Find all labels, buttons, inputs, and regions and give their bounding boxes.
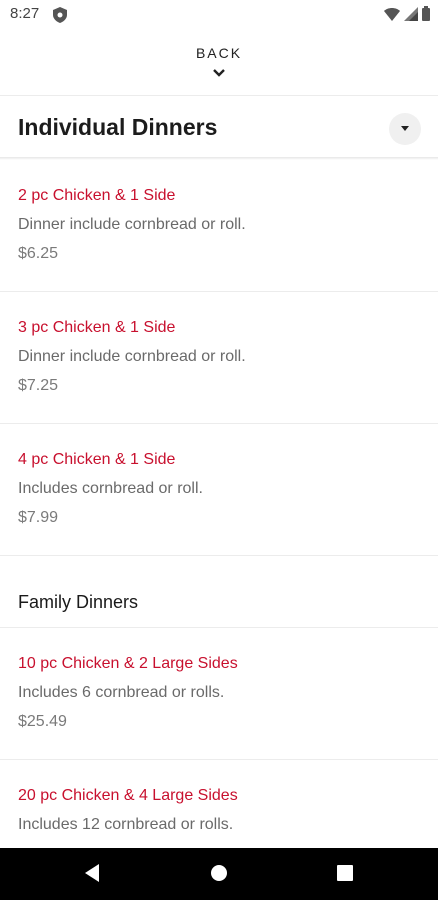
item-description: Dinner include cornbread or roll. [18,216,246,233]
item-name: 20 pc Chicken & 4 Large Sides [18,787,238,804]
chevron-down-icon [213,69,225,77]
wifi-icon [384,7,400,21]
status-time: 8:27 [10,5,40,22]
item-price: $6.25 [18,245,59,262]
back-button[interactable]: BACK [0,30,438,96]
item-price: $25.49 [18,713,67,730]
category-title: Individual Dinners [18,114,218,140]
back-triangle-icon[interactable] [83,863,101,883]
menu-item[interactable]: 2 pc Chicken & 1 Side Dinner include cor… [0,160,438,291]
item-price: $7.25 [18,377,59,394]
item-name: 3 pc Chicken & 1 Side [18,319,176,336]
status-bar: 8:27 [0,0,438,30]
battery-icon [422,6,430,21]
recents-square-icon[interactable] [336,863,354,883]
shield-icon [53,7,67,23]
status-indicators [384,6,430,21]
cell-signal-icon [404,6,418,21]
item-description: Includes 12 cornbread or rolls. [18,816,234,833]
item-name: 4 pc Chicken & 1 Side [18,451,176,468]
divider [0,555,438,556]
category-header: Individual Dinners [0,96,438,158]
item-description: Includes cornbread or roll. [18,480,203,497]
section-title[interactable]: Family Dinners [18,592,138,613]
menu-item[interactable]: 3 pc Chicken & 1 Side Dinner include cor… [0,292,438,423]
menu-item[interactable]: 4 pc Chicken & 1 Side Includes cornbread… [0,424,438,555]
caret-down-icon [401,126,409,131]
item-description: Includes 6 cornbread or rolls. [18,684,225,701]
home-circle-icon[interactable] [210,863,228,883]
navigation-bar [0,848,438,900]
item-name: 2 pc Chicken & 1 Side [18,187,176,204]
item-price: $7.99 [18,509,59,526]
item-description: Dinner include cornbread or roll. [18,348,246,365]
back-label: BACK [195,45,243,61]
item-name: 10 pc Chicken & 2 Large Sides [18,655,238,672]
menu-item[interactable]: 20 pc Chicken & 4 Large Sides Includes 1… [0,760,438,848]
menu-item[interactable]: 10 pc Chicken & 2 Large Sides Includes 6… [0,628,438,759]
category-collapse-button[interactable] [389,113,421,145]
